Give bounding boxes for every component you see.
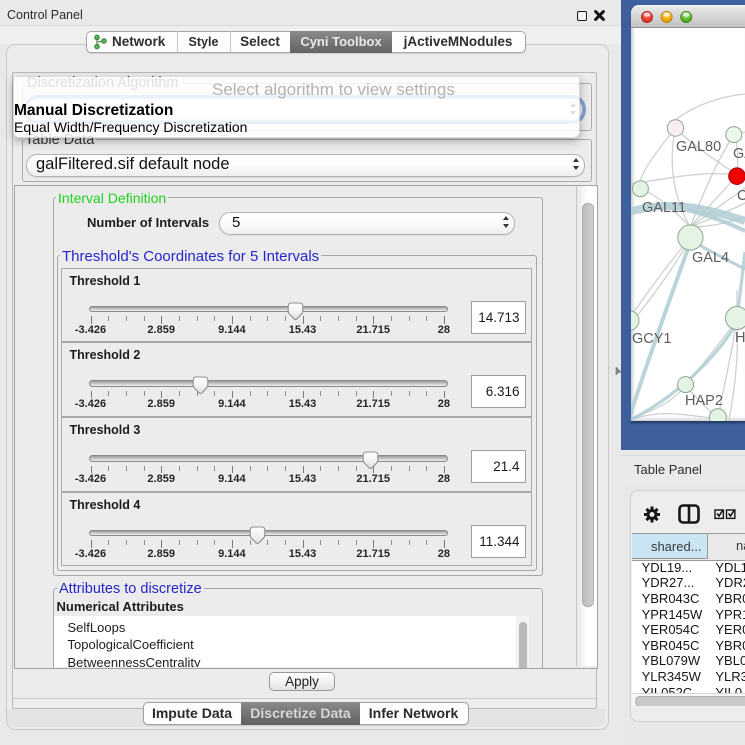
svg-text:GAL4: GAL4 bbox=[692, 250, 729, 266]
svg-text:C: C bbox=[737, 188, 745, 204]
svg-text:H: H bbox=[735, 330, 745, 346]
svg-text:HAP2: HAP2 bbox=[685, 393, 723, 409]
svg-text:GAL80: GAL80 bbox=[676, 139, 721, 155]
svg-text:GCY1: GCY1 bbox=[632, 331, 672, 347]
svg-text:GA: GA bbox=[733, 146, 745, 162]
svg-text:GAL11: GAL11 bbox=[642, 200, 686, 216]
